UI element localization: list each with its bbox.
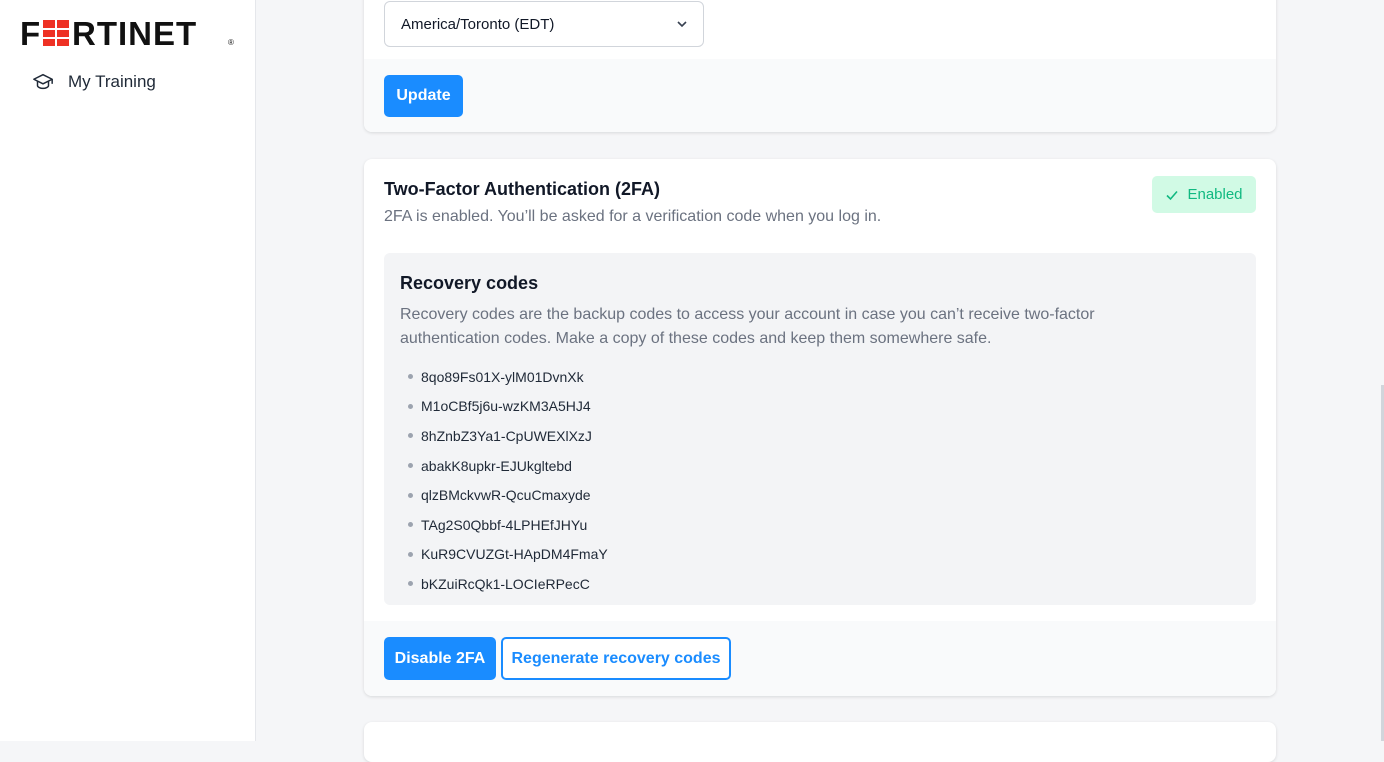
recovery-codes-list: 8qo89Fs01X-ylM01DvnXk M1oCBf5j6u-wzKM3A5…	[400, 362, 608, 599]
list-item: KuR9CVUZGt-HApDM4FmaY	[400, 540, 608, 570]
check-icon	[1166, 190, 1179, 200]
recovery-code: TAg2S0Qbbf-4LPHEfJHYu	[421, 516, 588, 533]
recovery-code: qlzBMckvwR-QcuCmaxyde	[421, 487, 591, 504]
status-badge-label: Enabled	[1187, 186, 1243, 203]
status-badge: Enabled	[1152, 176, 1256, 213]
sidebar-item-label: My Training	[68, 72, 156, 91]
update-button[interactable]: Update	[384, 75, 463, 117]
bullet-icon	[408, 522, 413, 528]
svg-text:RTINET: RTINET	[72, 18, 197, 48]
list-item: TAg2S0Qbbf-4LPHEfJHYu	[400, 510, 608, 540]
main-content: America/Toronto (EDT) Update Two-Factor …	[256, 0, 1384, 762]
recovery-code: 8hZnbZ3Ya1-CpUWEXlXzJ	[421, 427, 592, 444]
timezone-card: America/Toronto (EDT) Update	[364, 0, 1276, 132]
twofa-card-footer: Disable 2FA Regenerate recovery codes	[364, 621, 1276, 696]
fortinet-logo[interactable]: F RTINET ®	[20, 18, 236, 48]
chevron-down-icon	[677, 21, 687, 28]
twofa-title: Two-Factor Authentication (2FA)	[384, 179, 660, 199]
recovery-code: abakK8upkr-EJUkgltebd	[421, 457, 572, 474]
next-card	[364, 722, 1276, 762]
list-item: qlzBMckvwR-QcuCmaxyde	[400, 480, 608, 510]
list-item: 8hZnbZ3Ya1-CpUWEXlXzJ	[400, 421, 608, 451]
recovery-code: 8qo89Fs01X-ylM01DvnXk	[421, 368, 584, 385]
bullet-icon	[408, 463, 413, 469]
sidebar-item-my-training[interactable]: My Training	[32, 68, 232, 96]
bullet-icon	[408, 581, 413, 587]
bullet-icon	[408, 433, 413, 439]
twofa-card: Two-Factor Authentication (2FA) 2FA is e…	[364, 159, 1276, 696]
timezone-card-footer: Update	[364, 59, 1276, 132]
svg-text:®: ®	[228, 38, 234, 47]
bullet-icon	[408, 374, 413, 380]
list-item: M1oCBf5j6u-wzKM3A5HJ4	[400, 392, 608, 422]
timezone-select[interactable]: America/Toronto (EDT)	[384, 1, 704, 47]
bullet-icon	[408, 403, 413, 409]
list-item: 8qo89Fs01X-ylM01DvnXk	[400, 362, 608, 392]
sidebar: F RTINET ® My Training	[0, 0, 256, 741]
graduation-cap-icon	[33, 73, 53, 90]
recovery-codes-title: Recovery codes	[400, 273, 539, 293]
bullet-icon	[408, 551, 413, 557]
recovery-codes-description: Recovery codes are the backup codes to a…	[400, 306, 1095, 347]
recovery-code: M1oCBf5j6u-wzKM3A5HJ4	[421, 398, 591, 415]
recovery-code: bKZuiRcQk1-LOCIeRPecC	[421, 575, 590, 592]
recovery-code: KuR9CVUZGt-HApDM4FmaY	[421, 546, 608, 563]
list-item: bKZuiRcQk1-LOCIeRPecC	[400, 569, 608, 599]
recovery-codes-panel: Recovery codes Recovery codes are the ba…	[384, 253, 1256, 605]
regenerate-recovery-codes-button[interactable]: Regenerate recovery codes	[501, 637, 731, 680]
svg-text:F: F	[20, 18, 41, 48]
list-item: abakK8upkr-EJUkgltebd	[400, 451, 608, 481]
bullet-icon	[408, 492, 413, 498]
timezone-select-value: America/Toronto (EDT)	[401, 15, 555, 33]
disable-2fa-button[interactable]: Disable 2FA	[384, 637, 496, 680]
twofa-description: 2FA is enabled. You’ll be asked for a ve…	[384, 208, 882, 225]
